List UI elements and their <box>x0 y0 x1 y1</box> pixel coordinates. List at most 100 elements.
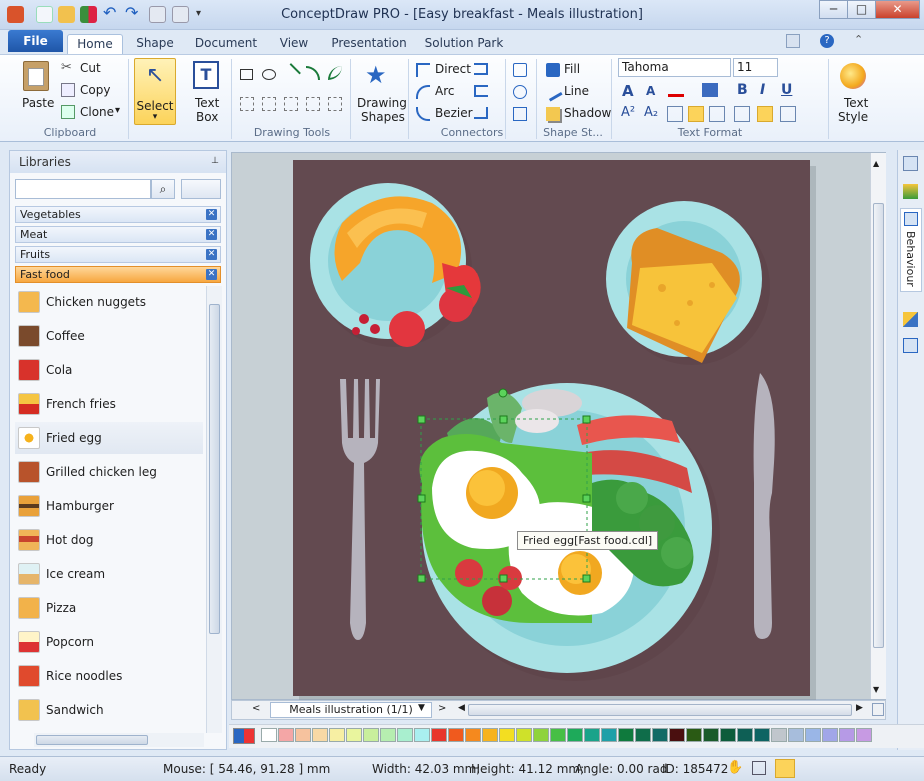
shrink-font-button[interactable]: A <box>646 84 655 98</box>
freehand-tool-icon[interactable] <box>284 97 298 111</box>
bold-button[interactable]: B <box>737 82 748 98</box>
italic-button[interactable]: I <box>760 82 765 98</box>
color-swatch[interactable] <box>278 728 294 742</box>
color-swatch[interactable] <box>601 728 617 742</box>
color-swatch[interactable] <box>856 728 872 742</box>
close-button[interactable]: ✕ <box>875 0 920 19</box>
page-dropdown-arrow-icon[interactable]: ▼ <box>418 703 425 713</box>
color-swatch[interactable] <box>448 728 464 742</box>
pages-panel-icon[interactable] <box>903 156 918 171</box>
color-swatch[interactable] <box>584 728 600 742</box>
align-middle-icon[interactable] <box>757 106 773 122</box>
next-page-icon[interactable]: > <box>438 703 446 714</box>
shape-edit-icon[interactable] <box>328 97 342 111</box>
color-swatch[interactable] <box>754 728 770 742</box>
library-view-options-icon[interactable] <box>181 179 221 199</box>
text-style-label-1[interactable]: Text <box>844 96 868 110</box>
color-swatch[interactable] <box>465 728 481 742</box>
color-swatch[interactable] <box>567 728 583 742</box>
align-bottom-icon[interactable] <box>780 106 796 122</box>
color-swatch[interactable] <box>346 728 362 742</box>
drawing-shapes-label-1[interactable]: Drawing <box>357 96 407 110</box>
previous-page-icon[interactable]: < <box>252 703 260 714</box>
line-tool-icon[interactable] <box>281 63 301 83</box>
scroll-right-icon[interactable]: ▶ <box>856 703 863 713</box>
library-tag-meat[interactable]: Meat ✕ <box>15 226 221 243</box>
library-item-grilled-chicken-leg[interactable]: Grilled chicken leg <box>15 456 203 488</box>
library-horizontal-scrollbar[interactable] <box>34 733 204 747</box>
color-swatch[interactable] <box>669 728 685 742</box>
tab-solution-park[interactable]: Solution Park <box>422 34 506 54</box>
library-item-ice-cream[interactable]: Ice cream <box>15 558 203 590</box>
line-button[interactable]: Line <box>564 84 589 98</box>
tab-presentation[interactable]: Presentation <box>328 34 410 54</box>
color-swatch[interactable] <box>771 728 787 742</box>
format-painter-icon[interactable] <box>903 312 918 327</box>
canvas-area[interactable]: Fried egg[Fast food.cdl] ▲ ▼ <box>231 152 886 701</box>
copy-button[interactable]: Copy <box>80 83 110 97</box>
clone-dropdown-arrow[interactable]: ▾ <box>115 105 120 116</box>
library-item-chicken-nuggets[interactable]: Chicken nuggets <box>15 286 203 318</box>
layout-icon[interactable] <box>786 34 800 48</box>
arc-connector-button[interactable]: Arc <box>435 84 454 98</box>
library-tag-vegetables[interactable]: Vegetables ✕ <box>15 206 221 223</box>
color-swatch[interactable] <box>652 728 668 742</box>
color-swatch[interactable] <box>363 728 379 742</box>
paste-button[interactable]: Paste <box>22 96 54 110</box>
zoom-fit-icon[interactable] <box>872 703 884 716</box>
tab-view[interactable]: View <box>272 34 316 54</box>
polygon-tool-icon[interactable] <box>262 97 276 111</box>
curve-tool-icon[interactable] <box>328 66 342 80</box>
arc-tool-icon[interactable] <box>306 66 320 80</box>
align-right-icon[interactable] <box>709 106 725 122</box>
color-swatch[interactable] <box>550 728 566 742</box>
tab-shape[interactable]: Shape <box>130 34 180 54</box>
scrollbar-thumb[interactable] <box>209 304 220 634</box>
ellipse-tool-icon[interactable] <box>262 69 276 80</box>
layers-panel-icon[interactable] <box>903 184 918 199</box>
page-selector[interactable]: Meals illustration (1/1) <box>270 702 432 718</box>
text-box-label-1[interactable]: Text <box>195 96 219 110</box>
underline-button[interactable]: U <box>781 82 792 98</box>
flowchart-connector-icon[interactable] <box>513 107 527 121</box>
color-swatch[interactable] <box>312 728 328 742</box>
grow-font-button[interactable]: A <box>622 82 634 100</box>
tab-home[interactable]: Home <box>67 34 123 54</box>
polyline-tool-icon[interactable] <box>240 97 254 111</box>
color-swatch[interactable] <box>618 728 634 742</box>
clone-button[interactable]: Clone <box>80 105 114 119</box>
color-swatch[interactable] <box>397 728 413 742</box>
text-style-label-2[interactable]: Style <box>838 110 868 124</box>
chain-connector-icon[interactable] <box>474 107 488 119</box>
font-color-icon[interactable] <box>668 83 684 97</box>
color-swatch[interactable] <box>414 728 430 742</box>
pin-icon[interactable]: ⊥ <box>211 156 219 166</box>
library-item-fried-egg[interactable]: Fried egg <box>15 422 203 454</box>
palette-menu-icon[interactable] <box>233 728 255 744</box>
network-connector-icon[interactable] <box>513 85 527 99</box>
library-item-pizza[interactable]: Pizza <box>15 592 203 624</box>
text-box-label-2[interactable]: Box <box>196 110 218 124</box>
scroll-up-icon[interactable]: ▲ <box>873 159 879 168</box>
tree-connector-icon[interactable] <box>513 63 527 77</box>
canvas-horizontal-scrollbar[interactable] <box>468 704 852 716</box>
align-center-icon[interactable] <box>688 106 704 122</box>
color-swatch[interactable] <box>839 728 855 742</box>
color-swatch[interactable] <box>788 728 804 742</box>
round-connector-icon[interactable] <box>474 85 488 97</box>
close-icon[interactable]: ✕ <box>206 209 217 220</box>
color-swatch[interactable] <box>720 728 736 742</box>
color-swatch[interactable] <box>822 728 838 742</box>
scrollbar-thumb[interactable] <box>36 735 148 745</box>
close-icon[interactable]: ✕ <box>206 249 217 260</box>
cut-button[interactable]: Cut <box>80 61 101 75</box>
smart-connector-icon[interactable] <box>474 63 488 75</box>
color-swatch[interactable] <box>261 728 277 742</box>
collapse-ribbon-icon[interactable]: ⌃ <box>854 33 863 46</box>
library-tag-fast-food[interactable]: Fast food ✕ <box>15 266 221 283</box>
zoom-tool-icon[interactable] <box>752 761 766 775</box>
library-vertical-scrollbar[interactable] <box>206 286 222 733</box>
library-item-hamburger[interactable]: Hamburger <box>15 490 203 522</box>
color-swatch[interactable] <box>499 728 515 742</box>
color-swatch[interactable] <box>380 728 396 742</box>
